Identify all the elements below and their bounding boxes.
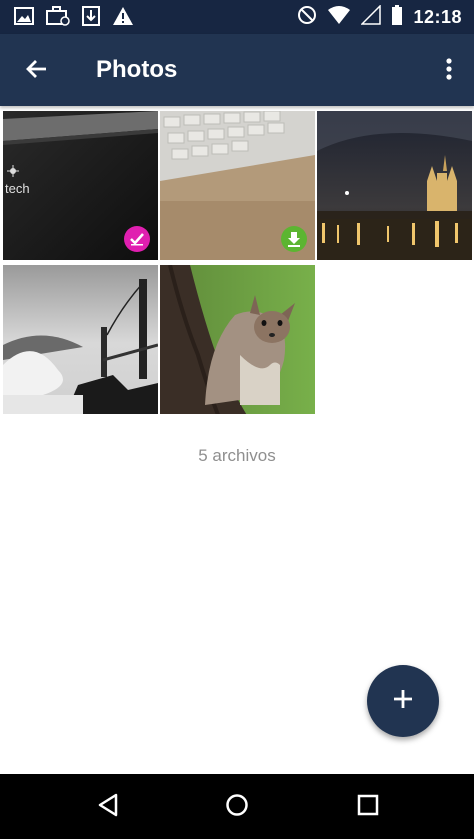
download-badge	[281, 226, 307, 252]
download-arrow-icon	[287, 231, 301, 247]
home-circle-icon	[225, 793, 249, 822]
page-title: Photos	[96, 56, 178, 83]
battery-icon	[391, 5, 403, 30]
recents-square-icon	[357, 794, 379, 821]
check-icon	[129, 232, 145, 246]
download-icon	[82, 6, 100, 31]
nav-home-button[interactable]	[222, 792, 252, 822]
signal-icon	[360, 4, 382, 30]
app-bar: Photos	[0, 34, 474, 106]
svg-text:tech: tech	[5, 181, 30, 196]
wifi-icon	[327, 5, 351, 30]
back-triangle-icon	[97, 793, 119, 822]
nav-recents-button[interactable]	[353, 792, 383, 822]
file-count: 5 archivos	[198, 446, 276, 465]
more-vert-icon	[446, 57, 452, 85]
briefcase-icon	[46, 6, 70, 31]
photo-tile-bridge[interactable]	[3, 265, 158, 414]
photo-tile-keyboard[interactable]	[160, 111, 315, 260]
add-icon	[392, 688, 414, 715]
add-fab-button[interactable]	[367, 665, 439, 737]
nav-back-button[interactable]	[93, 792, 123, 822]
navigation-bar	[0, 774, 474, 839]
synced-check-badge	[124, 226, 150, 252]
status-bar: 12:18	[0, 0, 474, 34]
photo-tile-laptop[interactable]: tech	[3, 111, 158, 260]
arrow-back-icon	[25, 57, 49, 86]
clock: 12:18	[413, 7, 462, 27]
do-not-disturb-icon	[297, 5, 317, 30]
overflow-menu-button[interactable]	[442, 56, 456, 86]
back-button[interactable]	[22, 56, 52, 86]
photo-tile-squirrel[interactable]	[160, 265, 315, 414]
gallery-icon	[14, 7, 34, 30]
photo-tile-cathedral[interactable]	[317, 111, 472, 260]
warning-icon	[112, 6, 134, 31]
